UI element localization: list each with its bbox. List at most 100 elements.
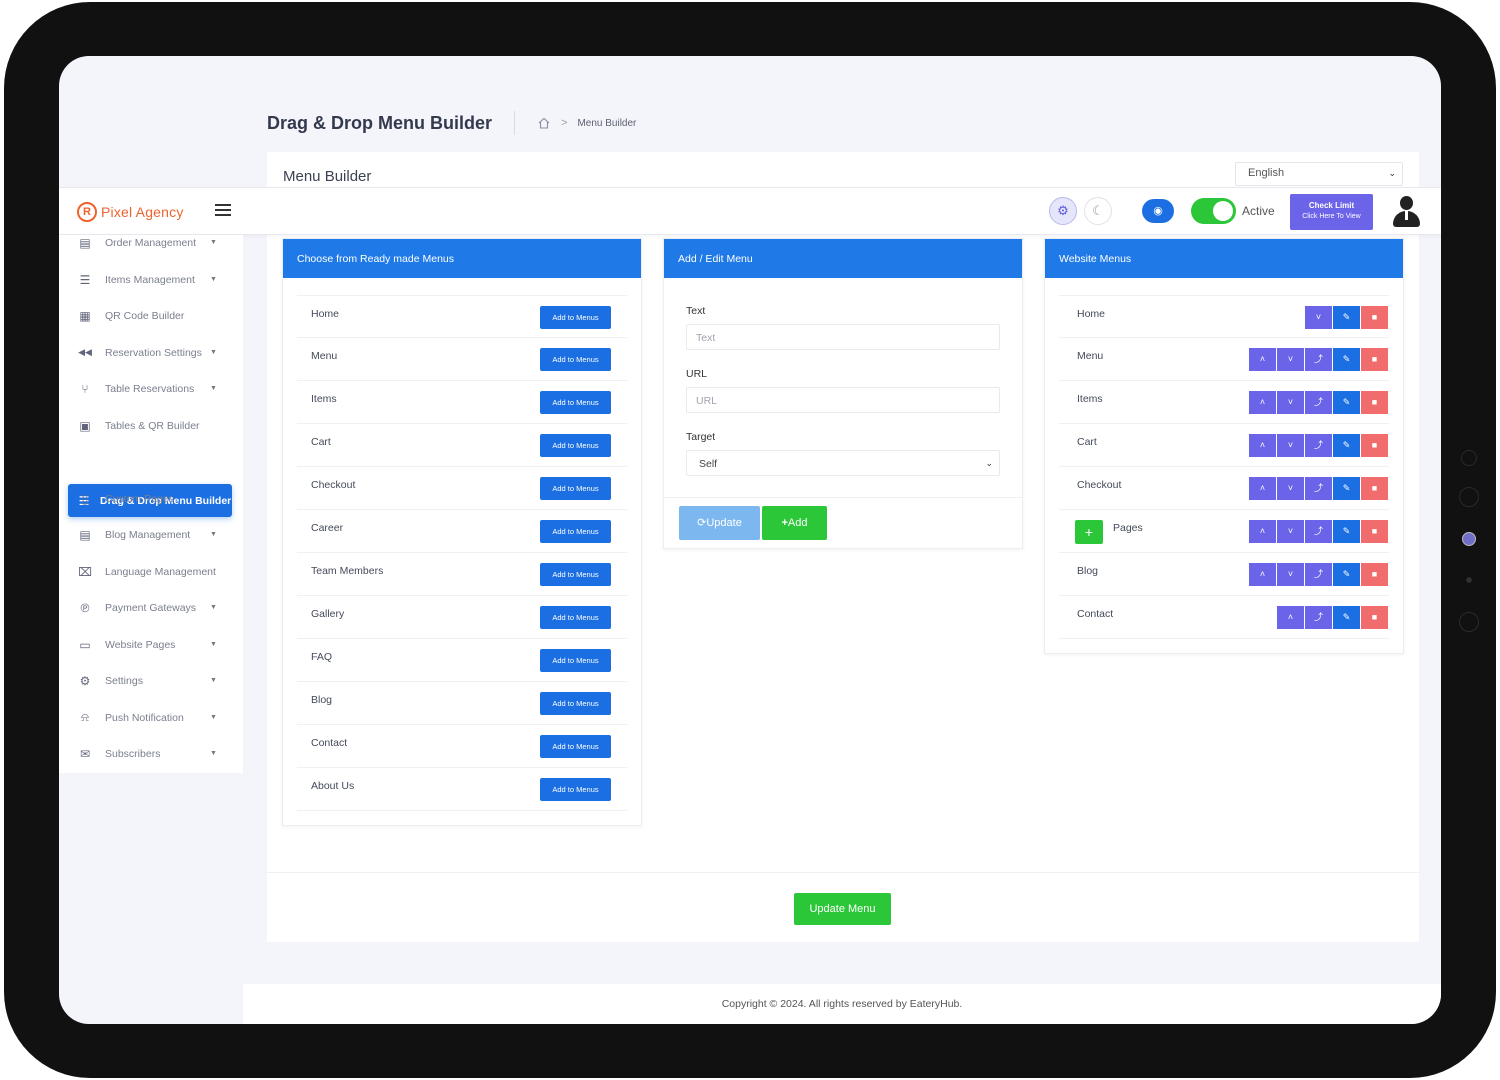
- trash-icon[interactable]: ■: [1361, 563, 1388, 586]
- website-menu-row[interactable]: Cart ˄ ˅ ⤴ ✎ ■: [1059, 424, 1389, 467]
- move-icon[interactable]: ⤴: [1305, 391, 1332, 414]
- sidebar-item[interactable]: ▤ Blog Management ▼: [59, 519, 243, 551]
- trash-icon[interactable]: ■: [1361, 520, 1388, 543]
- trash-icon[interactable]: ■: [1361, 434, 1388, 457]
- user-avatar[interactable]: [1391, 196, 1421, 228]
- sidebar-item[interactable]: ✉ Subscribers ▼: [59, 738, 243, 770]
- sun-icon[interactable]: ⚙: [1049, 197, 1077, 225]
- add-to-menus-button[interactable]: Add to Menus: [540, 692, 611, 715]
- text-input[interactable]: Text: [686, 324, 1000, 350]
- website-menu-row[interactable]: Items ˄ ˅ ⤴ ✎ ■: [1059, 381, 1389, 424]
- arrow-up-icon[interactable]: ˄: [1277, 606, 1304, 629]
- arrow-up-icon[interactable]: ˄: [1249, 563, 1276, 586]
- add-to-menus-button[interactable]: Add to Menus: [540, 778, 611, 801]
- table-icon: ▣: [79, 418, 91, 433]
- arrow-up-icon[interactable]: ˄: [1249, 348, 1276, 371]
- plus-icon[interactable]: +: [1075, 520, 1103, 544]
- check-limit-button[interactable]: Check Limit Click Here To View: [1290, 194, 1373, 230]
- edit-icon[interactable]: ✎: [1333, 606, 1360, 629]
- home-icon[interactable]: [537, 116, 551, 130]
- sidebar-item[interactable]: ☰ Items Management ▼: [59, 264, 243, 296]
- arrow-down-icon[interactable]: ˅: [1305, 306, 1332, 329]
- moon-icon[interactable]: ☾: [1084, 197, 1112, 225]
- add-to-menus-button[interactable]: Add to Menus: [540, 563, 611, 586]
- add-to-menus-button[interactable]: Add to Menus: [540, 348, 611, 371]
- sidebar-item[interactable]: ▤ Order Management ▼: [59, 227, 243, 259]
- target-select[interactable]: Self ⌄: [686, 450, 1000, 476]
- add-to-menus-button[interactable]: Add to Menus: [540, 520, 611, 543]
- hamburger-menu-icon[interactable]: [215, 204, 231, 217]
- website-menu-label: Pages: [1113, 522, 1143, 534]
- sidebar-item[interactable]: ℗ Payment Gateways ▼: [59, 592, 243, 624]
- caret-down-icon: ▼: [210, 531, 217, 538]
- add-to-menus-button[interactable]: Add to Menus: [540, 649, 611, 672]
- arrow-up-icon[interactable]: ˄: [1249, 520, 1276, 543]
- arrow-up-icon[interactable]: ˄: [1249, 434, 1276, 457]
- edit-icon[interactable]: ✎: [1333, 477, 1360, 500]
- sidebar-item[interactable]: ▣ Tables & QR Builder: [59, 410, 243, 442]
- brand-logo[interactable]: R Pixel Agency: [77, 202, 184, 222]
- sidebar-item[interactable]: ⚙ Settings ▼: [59, 665, 243, 697]
- edit-icon[interactable]: ✎: [1333, 306, 1360, 329]
- add-to-menus-button[interactable]: Add to Menus: [540, 306, 611, 329]
- refresh-icon: ⟳: [697, 517, 707, 529]
- add-to-menus-button[interactable]: Add to Menus: [540, 434, 611, 457]
- gear-icon: ⚙: [79, 674, 91, 688]
- move-icon[interactable]: ⤴: [1305, 520, 1332, 543]
- arrow-down-icon[interactable]: ˅: [1277, 434, 1304, 457]
- target-value: Self: [699, 458, 718, 470]
- add-to-menus-button[interactable]: Add to Menus: [540, 477, 611, 500]
- move-icon[interactable]: ⤴: [1305, 563, 1332, 586]
- add-to-menus-button[interactable]: Add to Menus: [540, 735, 611, 758]
- edit-icon[interactable]: ✎: [1333, 434, 1360, 457]
- bell-icon: ⍾: [81, 710, 89, 724]
- ready-menu-label: Gallery: [311, 608, 345, 620]
- sidebar-item[interactable]: ▯ Custom Pages: [59, 483, 243, 515]
- update-button[interactable]: ⟳Update: [679, 506, 760, 540]
- trash-icon[interactable]: ■: [1361, 306, 1388, 329]
- ready-menu-label: Contact: [311, 737, 348, 749]
- move-icon[interactable]: ⤴: [1305, 434, 1332, 457]
- status-toggle[interactable]: [1191, 198, 1236, 224]
- trash-icon[interactable]: ■: [1361, 391, 1388, 414]
- website-menu-row[interactable]: Menu ˄ ˅ ⤴ ✎ ■: [1059, 338, 1389, 381]
- trash-icon[interactable]: ■: [1361, 606, 1388, 629]
- arrow-down-icon[interactable]: ˅: [1277, 520, 1304, 543]
- add-to-menus-button[interactable]: Add to Menus: [540, 391, 611, 414]
- edit-icon[interactable]: ✎: [1333, 391, 1360, 414]
- move-icon[interactable]: ⤴: [1305, 606, 1332, 629]
- language-select[interactable]: English ⌄: [1235, 162, 1403, 186]
- url-input[interactable]: URL: [686, 387, 1000, 413]
- arrow-down-icon[interactable]: ˅: [1277, 348, 1304, 371]
- arrow-down-icon[interactable]: ˅: [1277, 477, 1304, 500]
- sidebar-item[interactable]: ▦ QR Code Builder: [59, 300, 243, 332]
- trash-icon[interactable]: ■: [1361, 477, 1388, 500]
- update-menu-button[interactable]: Update Menu: [794, 893, 891, 925]
- add-button[interactable]: +Add: [762, 506, 827, 540]
- arrow-down-icon[interactable]: ˅: [1277, 391, 1304, 414]
- sidebar-item[interactable]: ⌧ Language Management: [59, 556, 243, 588]
- website-menu-row[interactable]: Checkout ˄ ˅ ⤴ ✎ ■: [1059, 467, 1389, 510]
- edit-icon[interactable]: ✎: [1333, 563, 1360, 586]
- arrow-up-icon[interactable]: ˄: [1249, 477, 1276, 500]
- camera-dot: [1459, 487, 1479, 507]
- file-icon: ▯: [81, 491, 89, 506]
- move-icon[interactable]: ⤴: [1305, 477, 1332, 500]
- edit-icon[interactable]: ✎: [1333, 520, 1360, 543]
- add-to-menus-button[interactable]: Add to Menus: [540, 606, 611, 629]
- website-menu-row[interactable]: Contact ˄ ⤴ ✎ ■: [1059, 596, 1389, 639]
- sidebar-item[interactable]: ▭ Website Pages ▼: [59, 629, 243, 661]
- website-menu-row[interactable]: Blog ˄ ˅ ⤴ ✎ ■: [1059, 553, 1389, 596]
- sidebar-item[interactable]: ◀◀ Reservation Settings ▼: [59, 337, 243, 369]
- eye-icon[interactable]: ◉: [1142, 199, 1174, 223]
- sidebar-item[interactable]: ⍾ Push Notification ▼: [59, 702, 243, 734]
- website-menu-row[interactable]: Home ˅ ✎ ■: [1059, 295, 1389, 338]
- arrow-up-icon[interactable]: ˄: [1249, 391, 1276, 414]
- sidebar-item-label: Subscribers: [105, 748, 161, 760]
- move-icon[interactable]: ⤴: [1305, 348, 1332, 371]
- sidebar-item[interactable]: ⑂ Table Reservations ▼: [59, 373, 243, 405]
- edit-icon[interactable]: ✎: [1333, 348, 1360, 371]
- website-menu-row[interactable]: + Pages ˄ ˅ ⤴ ✎ ■: [1059, 510, 1389, 553]
- arrow-down-icon[interactable]: ˅: [1277, 563, 1304, 586]
- trash-icon[interactable]: ■: [1361, 348, 1388, 371]
